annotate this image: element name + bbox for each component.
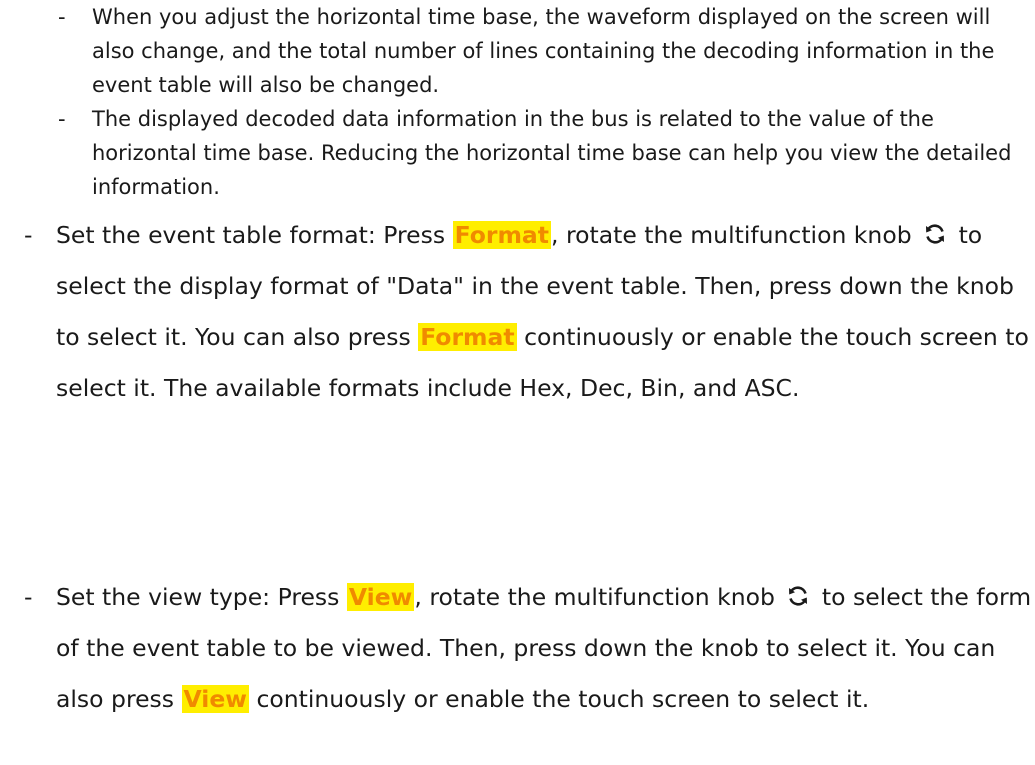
text-run: , rotate the multifunction knob: [551, 221, 920, 249]
text-run: Set the view type: Press: [56, 583, 347, 611]
bullet-text: When you adjust the horizontal time base…: [92, 5, 995, 97]
bullet-text: The displayed decoded data information i…: [92, 107, 1012, 199]
view-button-label: View: [346, 583, 415, 611]
bullet-dash: -: [24, 583, 33, 611]
format-button-label: Format: [452, 221, 552, 249]
bullet-dash: -: [58, 107, 66, 131]
text-run: continuously or enable the touch screen …: [248, 685, 870, 713]
text-run: , rotate the multifunction knob: [414, 583, 783, 611]
rotate-knob-icon: [789, 586, 808, 606]
view-bullet-text: Set the view type: Press View, rotate th…: [56, 572, 1035, 725]
format-button-label: Format: [418, 323, 517, 351]
bullet-dash: -: [24, 221, 33, 249]
rotate-knob-icon: [926, 224, 945, 244]
view-button-label: View: [181, 685, 249, 713]
bullet-dash: -: [58, 5, 66, 29]
format-bullet-text: Set the event table format: Press Format…: [56, 210, 1035, 414]
document-page: - When you adjust the horizontal time ba…: [0, 0, 1035, 765]
text-run: Set the event table format: Press: [56, 221, 453, 249]
